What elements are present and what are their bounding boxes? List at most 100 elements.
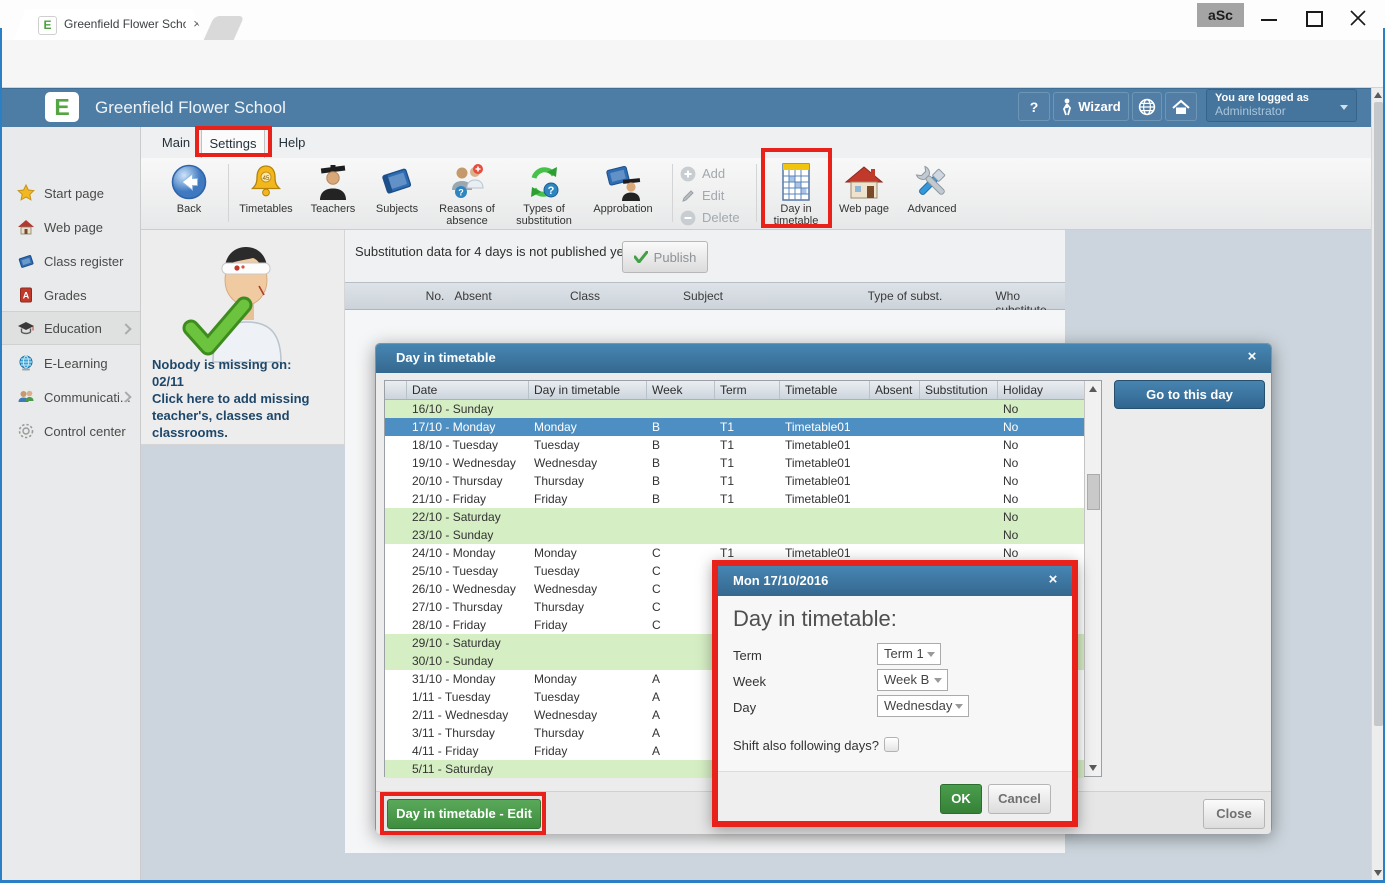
dialog-close-button[interactable]: Close xyxy=(1203,799,1265,829)
cell-substitution xyxy=(920,418,998,436)
subdialog-heading: Day in timetable: xyxy=(733,606,897,632)
browser-tab[interactable]: E Greenfield Flower School × xyxy=(14,9,204,40)
publish-button[interactable]: Publish xyxy=(622,241,708,273)
ribbon-approbation-button[interactable]: Approbation xyxy=(584,161,662,215)
sidebar-item-class-register[interactable]: Class register xyxy=(0,244,140,278)
window-minimize-button[interactable] xyxy=(1252,6,1286,30)
cell-day: Monday xyxy=(529,670,647,688)
ribbon-back-button[interactable]: Back xyxy=(160,161,218,215)
missing-message[interactable]: Nobody is missing on: 02/11 Click here t… xyxy=(152,356,338,441)
scroll-up-icon[interactable] xyxy=(1374,92,1382,98)
close-icon[interactable]: × xyxy=(1243,348,1261,366)
book-icon xyxy=(366,161,428,203)
shift-checkbox[interactable] xyxy=(884,737,899,752)
chevron-right-icon xyxy=(120,323,131,334)
cell-holiday: No xyxy=(998,436,1082,454)
ribbon-teachers-button[interactable]: Teachers xyxy=(303,161,363,215)
sidebar-item-control-center[interactable]: Control center xyxy=(0,414,140,448)
home-button[interactable] xyxy=(1165,92,1197,121)
table-row[interactable]: 17/10 - MondayMondayBT1Timetable01No xyxy=(385,418,1084,436)
ribbon-add-button: Add xyxy=(680,163,725,184)
cell-check xyxy=(385,652,407,670)
ribbon-timetables-button[interactable]: 45 Timetables xyxy=(233,161,299,215)
graduation-cap-icon xyxy=(14,319,38,337)
cell-substitution xyxy=(920,472,998,490)
window-maximize-button[interactable] xyxy=(1296,6,1330,30)
cell-holiday: No xyxy=(998,526,1082,544)
plus-circle-icon xyxy=(680,166,696,182)
table-row[interactable]: 19/10 - WednesdayWednesdayBT1Timetable01… xyxy=(385,454,1084,472)
cell-check xyxy=(385,490,407,508)
sidebar-item-education[interactable]: Education xyxy=(0,311,140,345)
cancel-button[interactable]: Cancel xyxy=(988,784,1051,814)
missing-link[interactable]: Click here to add missing teacher's, cla… xyxy=(152,391,310,440)
cell-substitution xyxy=(920,400,998,418)
gear-icon xyxy=(14,422,38,440)
table-row[interactable]: 16/10 - SundayNo xyxy=(385,400,1084,418)
cell-date: 29/10 - Saturday xyxy=(407,634,529,652)
sidebar-item-web-page[interactable]: Web page xyxy=(0,210,140,244)
annotation-box-edit-button xyxy=(380,792,546,835)
sidebar-item-grades[interactable]: A Grades xyxy=(0,278,140,312)
day-select[interactable]: Wednesday xyxy=(877,695,969,717)
table-row[interactable]: 18/10 - TuesdayTuesdayBT1Timetable01No xyxy=(385,436,1084,454)
ribbon-separator xyxy=(672,164,673,222)
window-close-button[interactable] xyxy=(1341,6,1375,30)
sidebar-item-start-page[interactable]: Start page xyxy=(0,176,140,210)
home-icon xyxy=(1172,99,1190,115)
scroll-up-icon[interactable] xyxy=(1089,386,1097,392)
cell-timetable: Timetable01 xyxy=(780,490,870,508)
sidebar-item-e-learning[interactable]: E-Learning xyxy=(0,346,140,380)
tab-main[interactable]: Main xyxy=(155,127,197,158)
logged-as-box[interactable]: You are logged as Administrator xyxy=(1206,89,1357,122)
sidebar-item-communication[interactable]: Communicati... xyxy=(0,380,140,414)
cell-absent xyxy=(870,526,920,544)
cell-absent xyxy=(870,418,920,436)
cell-timetable: Timetable01 xyxy=(780,418,870,436)
dialog-titlebar[interactable]: Day in timetable × xyxy=(376,344,1271,373)
browser-titlebar: E Greenfield Flower School × aSc xyxy=(0,0,1385,40)
scroll-down-icon[interactable] xyxy=(1374,870,1382,876)
ribbon-types-of-substitution-button[interactable]: ? Types of substitution xyxy=(506,161,582,227)
close-icon[interactable]: × xyxy=(1044,571,1062,589)
cell-check xyxy=(385,598,407,616)
ribbon-subjects-button[interactable]: Subjects xyxy=(366,161,428,215)
mon-17-10-dialog: Mon 17/10/2016 × Day in timetable: Term … xyxy=(718,566,1072,821)
tab-close-icon[interactable]: × xyxy=(190,17,204,31)
cell-term: T1 xyxy=(715,436,780,454)
wizard-button[interactable]: Wizard xyxy=(1053,92,1129,121)
edupage-logo[interactable]: E xyxy=(45,92,79,122)
scrollbar-thumb[interactable] xyxy=(1087,474,1100,510)
scroll-down-icon[interactable] xyxy=(1089,765,1097,771)
svg-text:A: A xyxy=(23,291,30,301)
ribbon-reasons-of-absence-button[interactable]: ? Reasons of absence xyxy=(430,161,504,227)
cell-holiday: No xyxy=(998,400,1082,418)
col-absent: Absent xyxy=(870,381,920,399)
table-scrollbar[interactable] xyxy=(1084,381,1101,776)
svg-text:?: ? xyxy=(458,188,464,198)
week-label: Week xyxy=(733,674,766,689)
table-row[interactable]: 20/10 - ThursdayThursdayBT1Timetable01No xyxy=(385,472,1084,490)
missing-date: 02/11 xyxy=(152,374,184,389)
table-row[interactable]: 21/10 - FridayFridayBT1Timetable01No xyxy=(385,490,1084,508)
tab-help[interactable]: Help xyxy=(272,127,312,158)
week-select[interactable]: Week B xyxy=(877,669,948,691)
cell-term: T1 xyxy=(715,418,780,436)
language-globe-button[interactable] xyxy=(1132,92,1162,121)
help-button[interactable]: ? xyxy=(1018,92,1050,121)
go-to-this-day-button[interactable]: Go to this day xyxy=(1114,380,1265,409)
ok-button[interactable]: OK xyxy=(940,784,982,814)
table-row[interactable]: 22/10 - SaturdayNo xyxy=(385,508,1084,526)
cell-check xyxy=(385,544,407,562)
table-row[interactable]: 23/10 - SundayNo xyxy=(385,526,1084,544)
subdialog-titlebar[interactable]: Mon 17/10/2016 × xyxy=(718,566,1072,596)
col-date: Date xyxy=(407,381,529,399)
background-tab-stub[interactable] xyxy=(204,16,245,40)
ribbon-web-page-button[interactable]: Web page xyxy=(833,161,895,215)
tab-title: Greenfield Flower School xyxy=(64,17,186,31)
ribbon-advanced-button[interactable]: Advanced xyxy=(899,161,965,215)
cell-check xyxy=(385,580,407,598)
term-select[interactable]: Term 1 xyxy=(877,643,941,665)
scrollbar-thumb[interactable] xyxy=(1374,102,1383,726)
browser-window: E Greenfield Flower School × aSc https:/… xyxy=(0,0,1385,883)
